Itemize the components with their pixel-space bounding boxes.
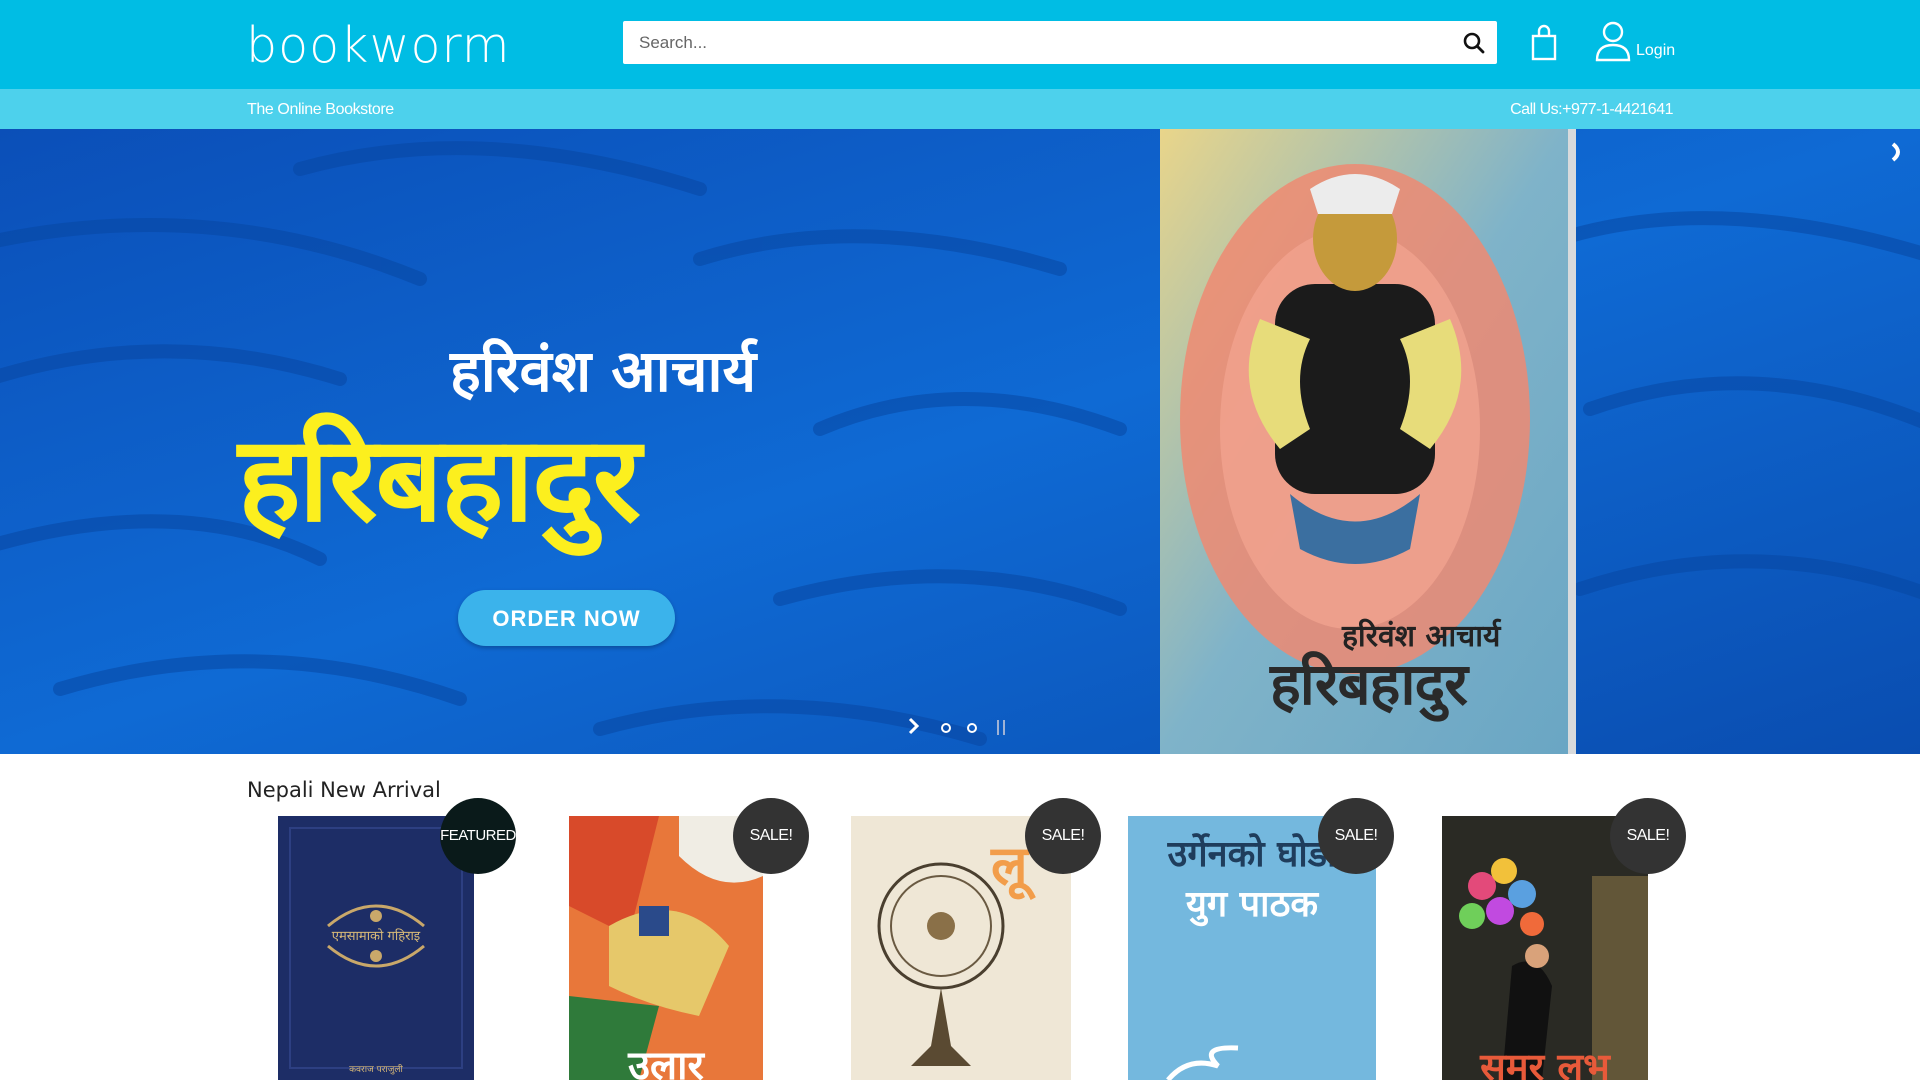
shopping-bag-icon — [1531, 24, 1557, 61]
tagline: The Online Bookstore — [247, 101, 394, 118]
product-cover-text: समर लभ — [1480, 1045, 1610, 1080]
sale-badge: SALE! — [733, 798, 809, 874]
featured-badge: FEATURED — [440, 798, 516, 874]
edge-next-arrow[interactable] — [1890, 141, 1906, 163]
top-header: bookworm Login — [0, 0, 1920, 89]
product-cover-text: लू — [991, 834, 1028, 897]
product-cover[interactable]: उलार — [569, 816, 763, 1080]
cover-title: हरिबहादुर — [1270, 650, 1468, 718]
hero-slider: हरिवंश आचार्य हरिबहादुर ORDER NOW हरिवंश… — [0, 129, 1920, 754]
product-card[interactable]: एमसामाको गहिराइ कवराज पराजुली FEATURED — [278, 798, 516, 1080]
search-bar — [623, 21, 1497, 64]
slider-dot-1[interactable] — [941, 723, 951, 733]
site-logo[interactable]: bookworm — [246, 18, 511, 74]
sale-badge: SALE! — [1025, 798, 1101, 874]
banner-title: हरिबहादुर — [238, 410, 641, 548]
product-cover-text: उलार — [628, 1043, 704, 1080]
phone-number[interactable]: Call Us:+977-1-4421641 — [1510, 101, 1673, 119]
sub-header: The Online Bookstore Call Us:+977-1-4421… — [0, 89, 1920, 129]
cart-button[interactable] — [1530, 24, 1558, 62]
login-label: Login — [1636, 42, 1676, 59]
sale-badge: SALE! — [1610, 798, 1686, 874]
product-cover-footer: कवराज पराजुली — [349, 1065, 403, 1075]
product-cover-text: एमसामाको गहिराइ — [331, 929, 421, 944]
slider-pause-button[interactable] — [997, 720, 1007, 735]
section-title: Nepali New Arrival — [247, 778, 441, 802]
product-card[interactable]: समर लभ SALE! — [1442, 798, 1686, 1080]
search-input[interactable] — [623, 21, 1423, 64]
product-card[interactable]: लू SALE! — [851, 798, 1101, 1080]
order-now-button[interactable]: ORDER NOW — [458, 590, 675, 646]
product-card[interactable]: उलार SALE! — [569, 798, 809, 1080]
banner-book-cover[interactable]: हरिवंश आचार्य हरिबहादुर — [1160, 129, 1580, 754]
sale-badge: SALE! — [1318, 798, 1394, 874]
chevron-right-icon — [1891, 142, 1900, 162]
chevron-right-icon — [908, 717, 920, 735]
search-icon — [1463, 32, 1485, 54]
user-icon — [1595, 21, 1631, 62]
slider-dot-2[interactable] — [967, 723, 977, 733]
product-card[interactable]: उर्गेनको घोडा युग पाठक SALE! — [1128, 798, 1394, 1080]
slider-next-button[interactable] — [906, 717, 922, 735]
search-button[interactable] — [1461, 30, 1487, 56]
